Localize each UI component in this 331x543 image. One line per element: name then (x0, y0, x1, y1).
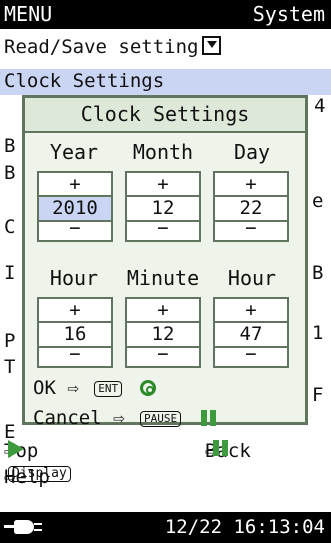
dropdown-box-icon (202, 36, 221, 55)
status-bar: 12/22 16:13:04 (0, 512, 331, 543)
menu-partial-r3: B (312, 262, 324, 284)
hour-plus-button[interactable]: + (39, 299, 111, 321)
display-key-icon: Display (8, 466, 71, 482)
day-header: Day (233, 140, 271, 164)
hour-minus-button[interactable]: − (39, 345, 111, 366)
menu-partial-c: C (4, 216, 16, 238)
minute-stepper[interactable]: + 12 − (125, 297, 201, 368)
hour-stepper[interactable]: + 16 − (37, 297, 113, 368)
pause-key-icon: PAUSE (140, 411, 182, 427)
play-icon (8, 440, 24, 458)
menu-label: MENU (4, 2, 53, 26)
pause-icon (200, 410, 207, 426)
clock-settings-label: Clock Settings (4, 70, 165, 92)
month-minus-button[interactable]: − (127, 219, 199, 240)
menu-partial-r2: e (312, 190, 324, 212)
second-stepper[interactable]: + 47 − (213, 297, 289, 368)
day-minus-button[interactable]: − (215, 219, 287, 240)
second-header: Hour (227, 266, 277, 290)
month-header: Month (132, 140, 194, 164)
year-header: Year (49, 140, 99, 164)
month-plus-button[interactable]: + (127, 173, 199, 195)
second-minus-button[interactable]: − (215, 345, 287, 366)
read-save-label: Read/Save setting (4, 36, 199, 58)
status-datetime: 12/22 16:13:04 (164, 516, 325, 538)
clock-settings-dialog: Clock Settings Year Month Day + 2010 − +… (22, 95, 308, 429)
menu-partial-r1: 4 (314, 95, 326, 117)
year-minus-button[interactable]: − (39, 219, 111, 240)
ok-action[interactable]: OK ⇨ ENT (33, 377, 156, 399)
minute-plus-button[interactable]: + (127, 299, 199, 321)
right-arrow-icon: ⇨ (113, 407, 125, 429)
day-plus-button[interactable]: + (215, 173, 287, 195)
ac-power-icon (4, 520, 42, 534)
pause-icon (213, 440, 219, 456)
ent-key-icon: ENT (94, 381, 123, 397)
dialog-title: Clock Settings (25, 98, 305, 133)
cancel-label: Cancel (33, 407, 102, 429)
menu-partial-b1: B (4, 135, 16, 157)
menu-partial-b2: B (4, 162, 16, 184)
menu-partial-i: I (4, 262, 16, 284)
ok-label: OK (33, 377, 56, 399)
menu-partial-p: P (4, 330, 16, 352)
menu-partial-t: T (4, 356, 16, 378)
hour-header: Hour (49, 266, 99, 290)
ok-circle-icon (139, 380, 156, 396)
year-plus-button[interactable]: + (39, 173, 111, 195)
menu-item-read-save[interactable]: Read/Save setting (0, 36, 331, 62)
cancel-action[interactable]: Cancel ⇨ PAUSE (33, 407, 207, 429)
title-bar: MENU System (0, 0, 331, 29)
minute-header: Minute (126, 266, 200, 290)
year-stepper[interactable]: + 2010 − (37, 171, 113, 242)
system-label: System (252, 2, 325, 26)
month-stepper[interactable]: + 12 − (125, 171, 201, 242)
menu-partial-r5: F (312, 384, 324, 406)
right-arrow-icon: ⇨ (67, 377, 79, 399)
menu-partial-r4: 1 (312, 322, 324, 344)
minute-minus-button[interactable]: − (127, 345, 199, 366)
day-stepper[interactable]: + 22 − (213, 171, 289, 242)
second-plus-button[interactable]: + (215, 299, 287, 321)
